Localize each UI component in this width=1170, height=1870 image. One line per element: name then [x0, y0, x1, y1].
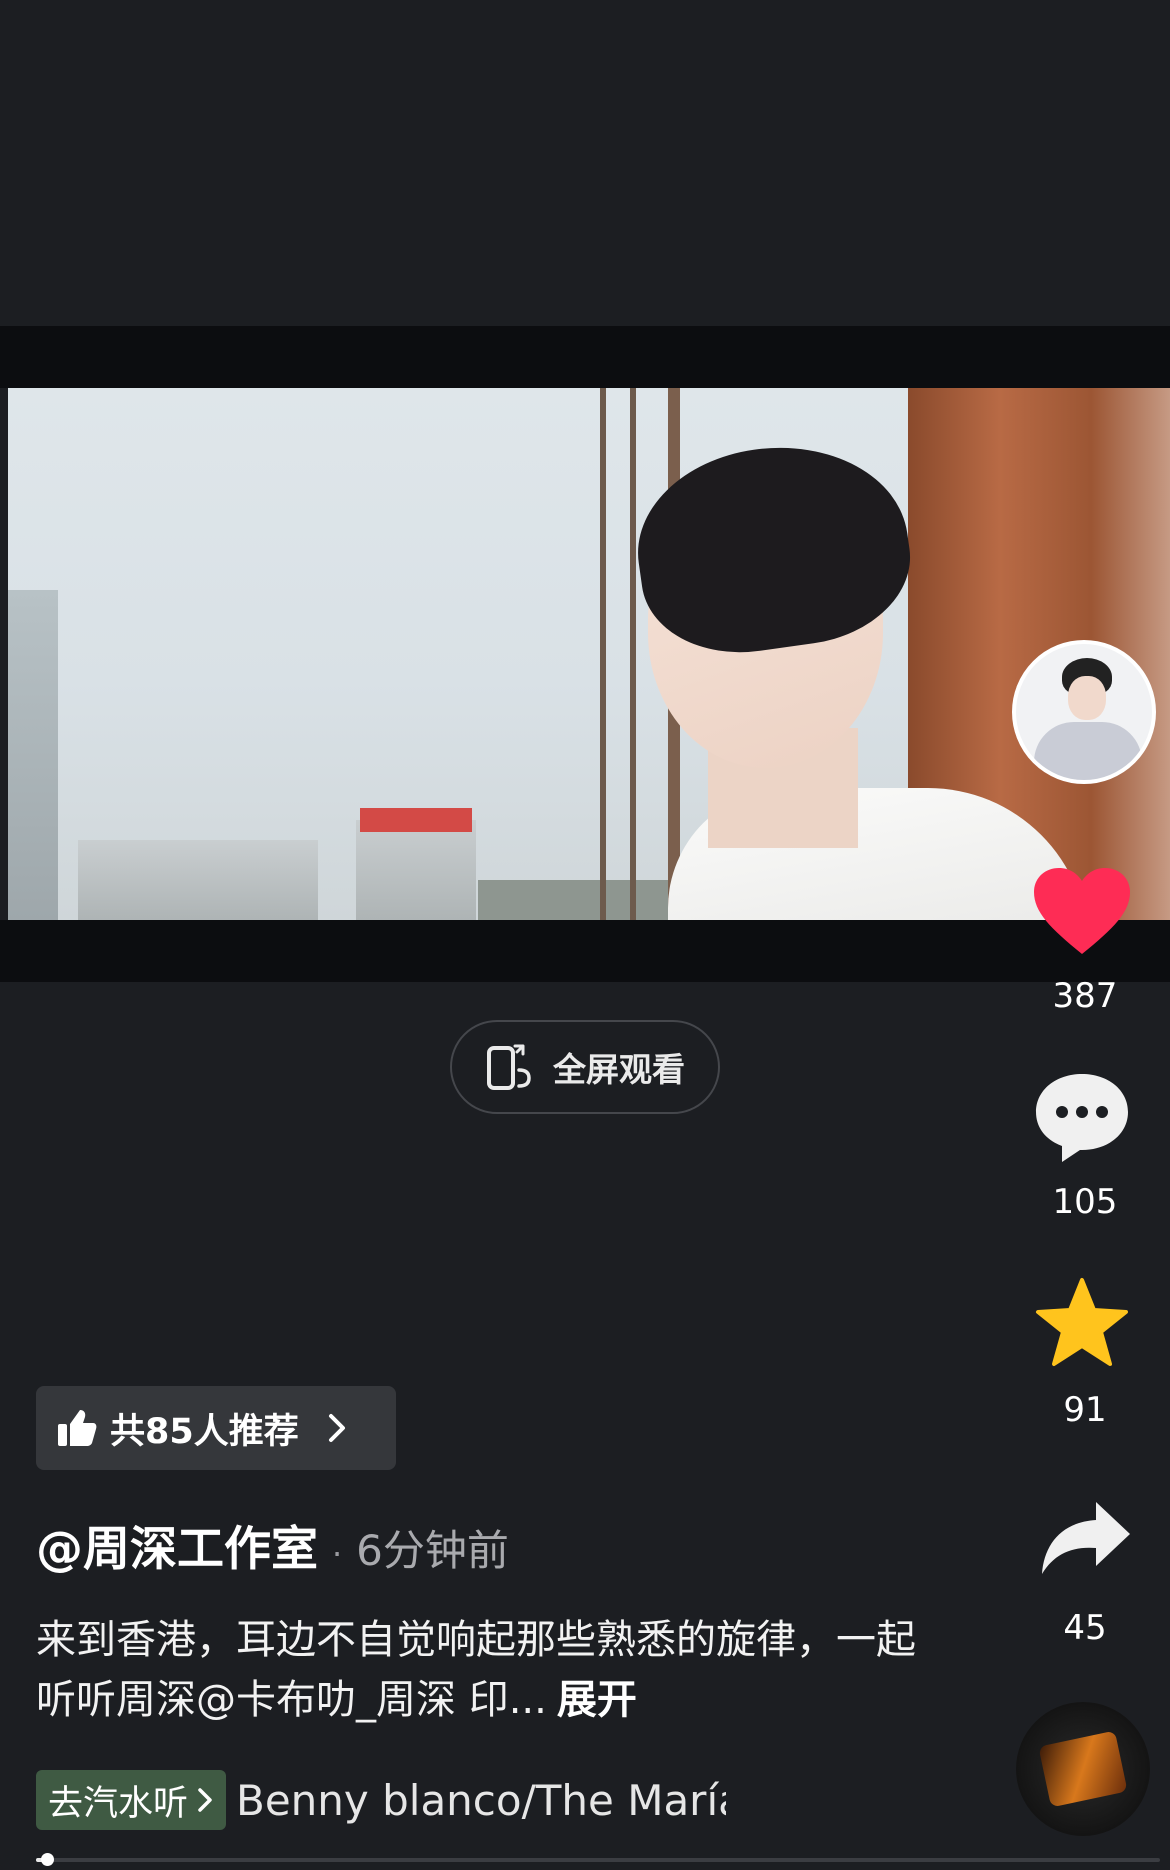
- video-player[interactable]: [8, 388, 1170, 920]
- background-hill: [478, 880, 678, 920]
- boat-mast: [630, 388, 636, 920]
- chevron-right-icon: [328, 1414, 345, 1442]
- video-letterbox-bottom: [0, 920, 1170, 982]
- fullscreen-button[interactable]: 全屏观看: [450, 1020, 720, 1114]
- recommend-label: 共85人推荐: [110, 1411, 299, 1452]
- building-sign: [360, 808, 472, 832]
- comment-bubble-icon[interactable]: [1032, 1070, 1132, 1166]
- recommend-button[interactable]: 共85人推荐: [36, 1386, 396, 1470]
- share-count: 45: [1063, 1608, 1107, 1648]
- favorite-count: 91: [1063, 1390, 1107, 1430]
- chevron-right-icon: [198, 1788, 212, 1812]
- post-description[interactable]: 来到香港，耳边不自觉响起那些熟悉的旋律，一起听听周深@卡布叻_周深 印... 展开: [36, 1610, 916, 1730]
- background-building: [78, 840, 318, 920]
- music-row[interactable]: 去汽水听 Benny blanco/The Marías: [36, 1770, 726, 1830]
- background-tower: [8, 590, 58, 920]
- rotate-screen-icon: [487, 1044, 531, 1090]
- boat-mast: [600, 388, 606, 920]
- author-name[interactable]: @周深工作室: [36, 1510, 318, 1579]
- author-avatar[interactable]: [1012, 640, 1156, 784]
- fullscreen-label: 全屏观看: [553, 1050, 685, 1089]
- video-letterbox-top: [0, 326, 1170, 388]
- progress-track[interactable]: [36, 1858, 1160, 1862]
- music-disc[interactable]: [1016, 1702, 1150, 1836]
- music-cover: [1038, 1730, 1128, 1808]
- song-title: Benny blanco/The Marías: [236, 1775, 726, 1825]
- progress-knob[interactable]: [41, 1853, 55, 1866]
- like-count: 387: [1052, 976, 1118, 1016]
- expand-button[interactable]: 展开: [557, 1677, 637, 1723]
- share-arrow-icon[interactable]: [1038, 1498, 1134, 1578]
- qishui-label: 去汽水听: [48, 1783, 189, 1824]
- post-time: 6分钟前: [356, 1526, 509, 1575]
- qishui-button[interactable]: 去汽水听: [36, 1770, 227, 1830]
- like-heart-icon[interactable]: [1032, 866, 1132, 958]
- comment-count: 105: [1052, 1182, 1118, 1222]
- separator-dot: ·: [332, 1535, 343, 1573]
- thumbs-up-icon: [58, 1410, 97, 1446]
- favorite-star-icon[interactable]: [1034, 1276, 1130, 1368]
- author-line: @周深工作室 · 6分钟前: [36, 1510, 509, 1579]
- background-building: [356, 820, 476, 920]
- description-text: 来到香港，耳边不自觉响起那些熟悉的旋律，一起听听周深@卡布叻_周深 印...: [36, 1617, 916, 1723]
